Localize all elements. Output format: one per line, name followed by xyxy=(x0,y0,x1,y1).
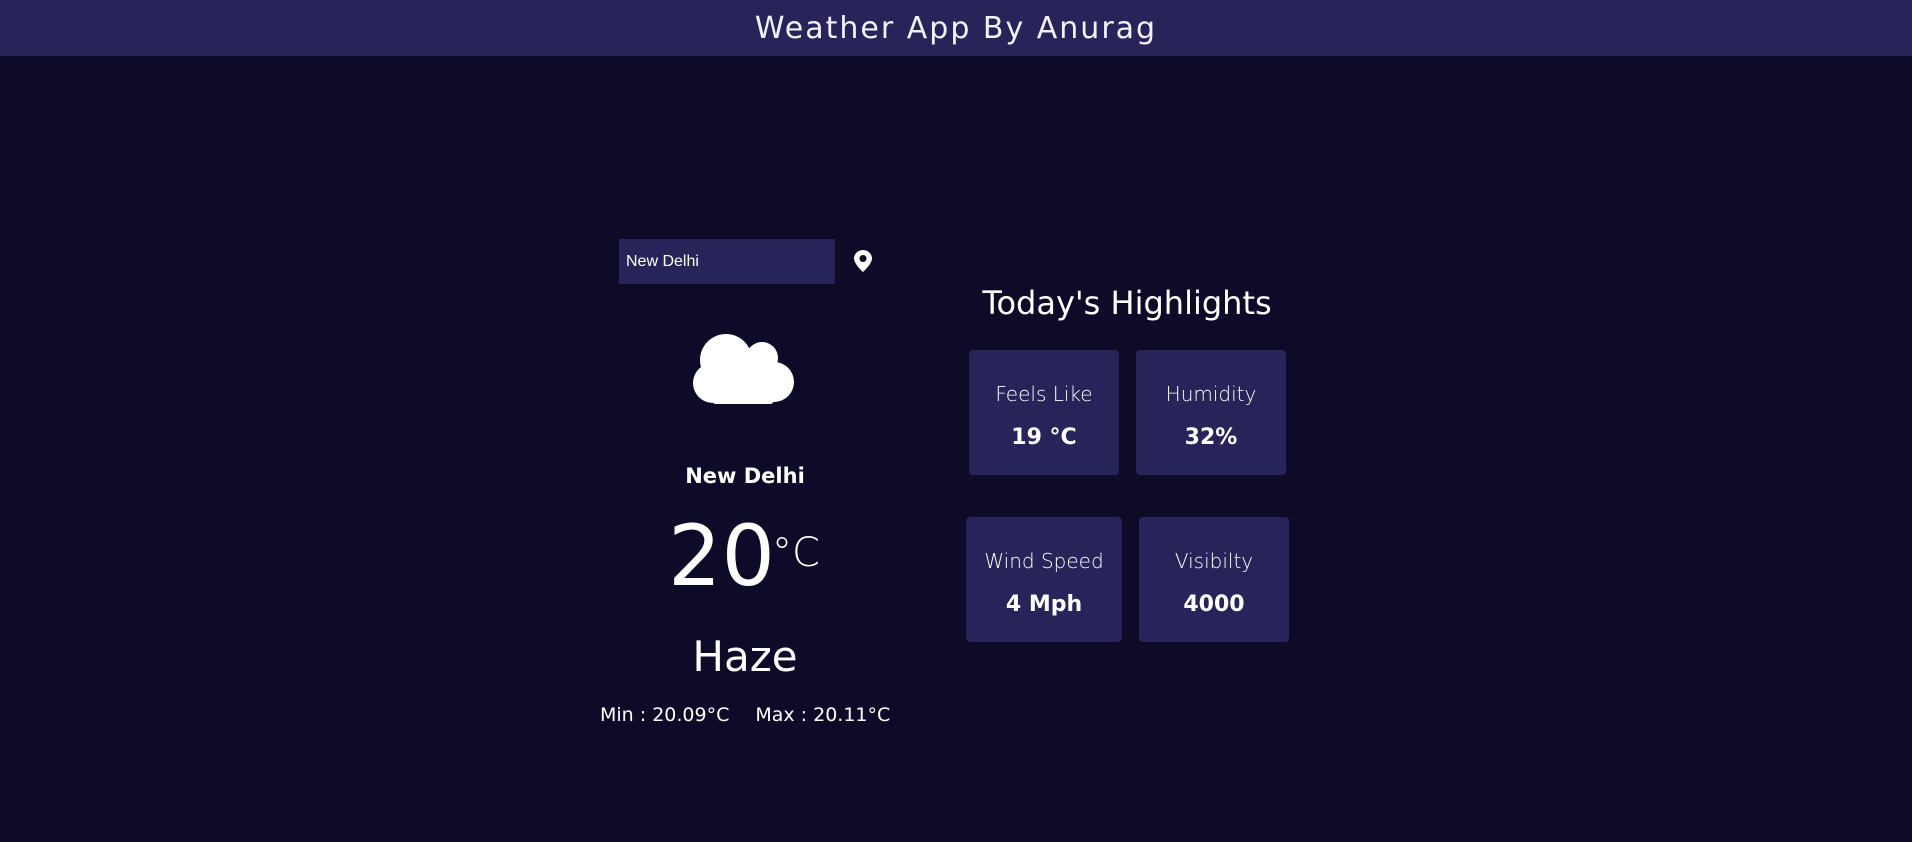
app-header: Weather App By Anurag xyxy=(0,0,1912,56)
min-max-temperature: Min : 20.09°C Max : 20.11°C xyxy=(600,704,890,726)
card-value: 4 Mph xyxy=(1005,592,1083,617)
temperature-value: 20 xyxy=(668,507,775,605)
search-bar xyxy=(619,239,889,284)
humidity-card: Humidity 32% xyxy=(1136,350,1286,475)
card-label: Wind Speed xyxy=(984,549,1104,573)
city-search-input[interactable] xyxy=(619,239,835,284)
card-value: 4000 xyxy=(1183,592,1245,617)
card-label: Humidity xyxy=(1165,382,1257,406)
temperature-unit: °C xyxy=(772,530,820,576)
wind-speed-card: Wind Speed 4 Mph xyxy=(966,517,1122,642)
app-title: Weather App By Anurag xyxy=(754,10,1158,46)
cloud-icon xyxy=(693,334,794,404)
temperature-display: 20 °C xyxy=(600,506,890,606)
card-value: 19 °C xyxy=(1011,425,1077,450)
visibility-card: Visibilty 4000 xyxy=(1139,517,1289,642)
highlights-title: Today's Highlights xyxy=(982,284,1272,322)
city-name: New Delhi xyxy=(685,464,805,488)
location-button[interactable] xyxy=(851,249,875,273)
location-pin-icon xyxy=(854,250,872,272)
weather-condition: Haze xyxy=(692,632,798,681)
card-label: Feels Like xyxy=(995,382,1093,406)
max-temperature: Max : 20.11°C xyxy=(755,704,891,726)
card-label: Visibilty xyxy=(1174,549,1254,573)
card-value: 32% xyxy=(1184,425,1238,450)
min-temperature: Min : 20.09°C xyxy=(600,704,730,726)
feels-like-card: Feels Like 19 °C xyxy=(969,350,1119,475)
